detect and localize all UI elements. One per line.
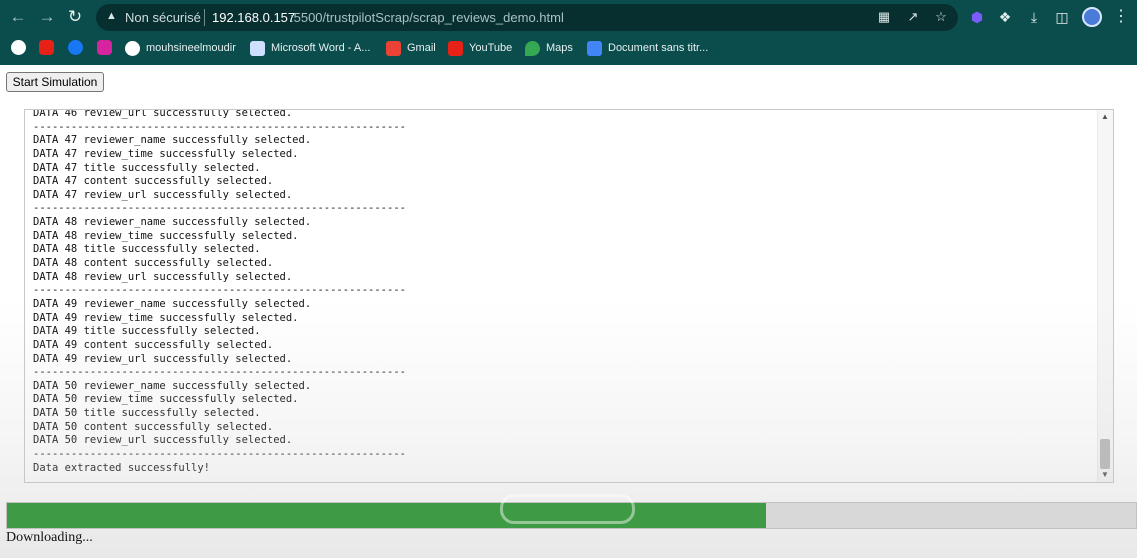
log-line: DATA 49 content successfully selected. (33, 338, 274, 351)
back-icon[interactable]: ← (7, 6, 29, 28)
log-line: DATA 50 content successfully selected. (33, 420, 274, 433)
bookmark-label: Maps (546, 42, 573, 54)
puzzle-icon[interactable]: ❖ (996, 8, 1014, 26)
bookmark-label: YouTube (469, 42, 513, 54)
scroll-up-icon[interactable]: ▲ (1101, 113, 1109, 121)
reload-icon[interactable]: ↻ (64, 6, 86, 28)
log-line: DATA 48 reviewer_name successfully selec… (33, 216, 312, 229)
log-lines: DATA 46 review_url successfully selected… (33, 109, 1093, 475)
log-separator: ----------------------------------------… (33, 202, 406, 215)
bookmark-label: Microsoft Word - A... (271, 42, 371, 54)
instagram-icon[interactable] (97, 40, 112, 55)
log-line: DATA 47 title successfully selected. (33, 161, 261, 174)
translate-icon[interactable]: ▦ (876, 9, 892, 25)
progress-fill (7, 503, 766, 528)
warning-icon[interactable]: ▲ (106, 10, 119, 23)
menu-icon[interactable]: ⋮ (1113, 6, 1129, 28)
forward-icon[interactable]: → (36, 6, 58, 28)
gmail-icon (386, 40, 401, 56)
scroll-down-icon[interactable]: ▼ (1101, 471, 1109, 479)
scrollbar-thumb[interactable] (1100, 439, 1110, 469)
start-simulation-button[interactable]: Start Simulation (6, 72, 104, 92)
google-icon[interactable] (11, 40, 26, 55)
log-line: DATA 47 reviewer_name successfully selec… (33, 134, 312, 147)
log-line: DATA 48 content successfully selected. (33, 257, 274, 270)
extension-icon[interactable]: ⬢ (968, 8, 986, 26)
log-line: DATA 46 review_url successfully selected… (33, 109, 293, 119)
log-line: DATA 50 title successfully selected. (33, 407, 261, 420)
star-icon[interactable]: ☆ (933, 9, 949, 25)
log-line: DATA 48 title successfully selected. (33, 243, 261, 256)
youtube-icon[interactable] (39, 40, 54, 55)
log-line: DATA 49 review_time successfully selecte… (33, 311, 299, 324)
bookmark-gmail[interactable]: Gmail (386, 39, 436, 57)
bookmark-word[interactable]: Microsoft Word - A... (250, 39, 370, 57)
log-line: DATA 49 review_url successfully selected… (33, 352, 293, 365)
docs-icon (587, 40, 602, 56)
github-icon (125, 40, 140, 56)
log-line: DATA 49 reviewer_name successfully selec… (33, 297, 312, 310)
log-line: DATA 49 title successfully selected. (33, 325, 261, 338)
watermark-logo (500, 494, 635, 524)
log-line: DATA 50 review_time successfully selecte… (33, 393, 299, 406)
log-line: DATA 48 review_time successfully selecte… (33, 229, 299, 242)
bookmark-label: Document sans titr... (608, 42, 709, 54)
log-line: DATA 47 content successfully selected. (33, 175, 274, 188)
scrollbar[interactable]: ▲ ▼ (1097, 110, 1113, 482)
log-line: DATA 50 reviewer_name successfully selec… (33, 379, 312, 392)
log-line: DATA 48 review_url successfully selected… (33, 270, 293, 283)
share-icon[interactable]: ↗ (905, 9, 921, 25)
log-output[interactable]: DATA 46 review_url successfully selected… (24, 109, 1114, 483)
maps-icon (525, 40, 540, 56)
status-text: Downloading... (6, 530, 93, 545)
bookmark-youtube[interactable]: YouTube (448, 39, 512, 57)
security-label[interactable]: Non sécurisé (125, 10, 201, 25)
avatar[interactable] (1082, 7, 1102, 27)
bookmark-docs[interactable]: Document sans titr... (587, 39, 708, 57)
download-icon[interactable]: ⤓ (1025, 8, 1043, 26)
browser-chrome: ← → ↻ ▲ Non sécurisé 192.168.0.157 :5500… (0, 0, 1137, 65)
log-separator: ----------------------------------------… (33, 120, 406, 133)
log-separator: ----------------------------------------… (33, 284, 406, 297)
globe-icon (250, 40, 265, 56)
log-line: DATA 50 review_url successfully selected… (33, 434, 293, 447)
url-path[interactable]: :5500/trustpilotScrap/scrap_reviews_demo… (290, 10, 564, 25)
log-separator: ----------------------------------------… (33, 448, 406, 461)
youtube-icon (448, 40, 463, 56)
bookmark-label: mouhsineelmoudir (146, 42, 236, 54)
log-line: Data extracted successfully! (33, 461, 211, 474)
bookmark-github[interactable]: mouhsineelmoudir (125, 39, 236, 57)
bookmark-maps[interactable]: Maps (525, 39, 573, 57)
url-host[interactable]: 192.168.0.157 (212, 10, 295, 25)
side-panel-icon[interactable]: ◫ (1053, 8, 1071, 26)
omnibox-divider (204, 9, 205, 26)
bookmark-label: Gmail (407, 42, 436, 54)
facebook-icon[interactable] (68, 40, 83, 55)
log-separator: ----------------------------------------… (33, 366, 406, 379)
log-line: DATA 47 review_time successfully selecte… (33, 147, 299, 160)
log-line: DATA 47 review_url successfully selected… (33, 188, 293, 201)
